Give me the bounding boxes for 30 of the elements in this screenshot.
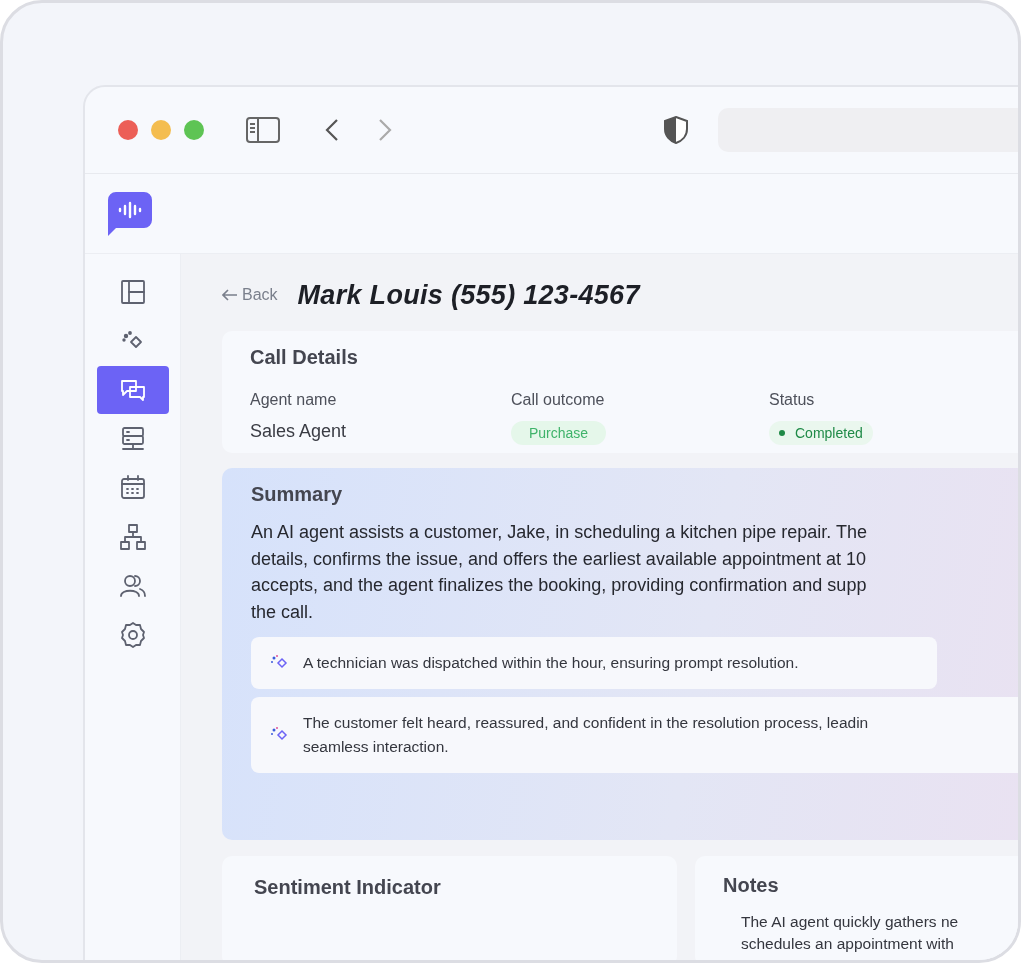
window-control-dot[interactable] [184, 120, 204, 140]
notes-text: The AI agent quickly gathers ne schedules an appointment with [740, 912, 960, 954]
hierarchy-icon [118, 523, 147, 551]
card-title: Notes [723, 874, 780, 897]
insight-text: A technician was dispatched within the hour, ensuring prompt resolution. [303, 653, 799, 673]
outcome-badge: Purchase [511, 421, 607, 445]
sidebar-toggle-icon[interactable] [246, 117, 280, 143]
card-title: Call Details [250, 346, 359, 369]
field-label: Call outcome [511, 391, 606, 409]
card-title: Sentiment Indicator [254, 876, 442, 899]
summary-text: An AI agent assists a customer, Jake, in scheduling a kitchen pipe repair. The details, confirms the issue, and offers the earliest available appointment at 10 accepts, and the agent finalizes the booking, providing confirmation and supp the call. [251, 521, 869, 624]
left-arrow-icon [222, 289, 238, 301]
field-value: Sales Agent [250, 421, 348, 442]
sidebar-item[interactable] [96, 366, 169, 414]
back-chevron-icon[interactable] [325, 118, 339, 142]
window-control-dot[interactable] [151, 120, 171, 140]
window-control-dot[interactable] [118, 120, 138, 140]
status-badge: Completed [769, 421, 873, 445]
users-icon [118, 572, 147, 600]
settings-icon [118, 621, 147, 649]
back-link[interactable]: Back [222, 286, 278, 304]
shield-icon[interactable] [664, 116, 688, 144]
logo-icon [108, 191, 152, 236]
field-label: Status [769, 391, 816, 409]
field-label: Agent name [250, 391, 338, 409]
card-title: Summary [251, 483, 344, 506]
insight-text: The customer felt heard, reassured, and confident in the resolution process, leadin seamless interaction. [303, 713, 869, 757]
calendar-icon [118, 474, 147, 502]
page-title: Mark Louis (555) 123-4567 [297, 279, 640, 311]
layout-icon [118, 278, 147, 306]
